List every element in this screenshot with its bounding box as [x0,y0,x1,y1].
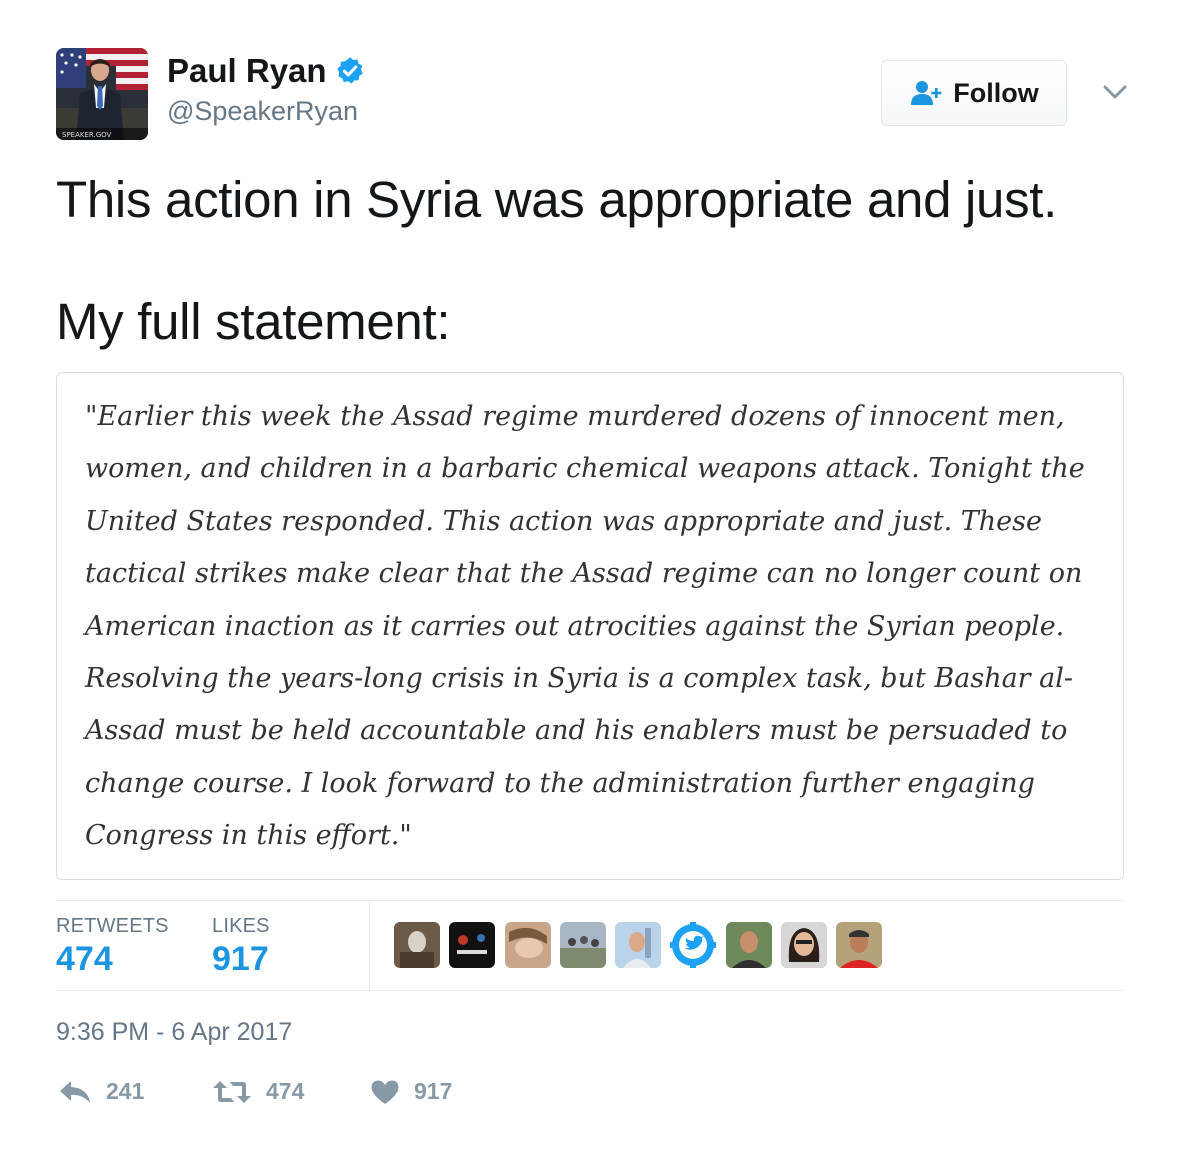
user-avatar-9[interactable] [836,922,883,968]
tweet-text-line-2: My full statement: [56,293,451,350]
twitter-bird-avatar[interactable] [670,922,717,968]
heart-icon [371,1080,399,1104]
statement-line: tactical strikes make clear that the Ass… [85,558,1083,590]
tweet-timestamp[interactable]: 9:36 PM - 6 Apr 2017 [56,1018,292,1047]
statement-text: "Earlier this week the Assad regime murd… [85,391,1100,863]
statement-line: Assad must be held accountable and his e… [85,715,1068,747]
tweet-container: SPEAKER.GOV Paul Ryan @SpeakerRyan Follo… [0,0,1200,1166]
reply-icon [60,1080,90,1103]
stats-divider-bottom [56,990,1124,991]
display-name-text[interactable]: Paul Ryan [167,52,327,90]
liker-avatars [394,922,892,968]
retweet-count: 474 [266,1078,305,1104]
profile-avatar[interactable]: SPEAKER.GOV [56,48,148,140]
statement-line: "Earlier this week the Assad regime murd… [85,401,1065,432]
avatar-caption: SPEAKER.GOV [62,131,112,139]
likes-count[interactable]: 917 [212,940,269,979]
chevron-down-icon[interactable] [1100,80,1130,104]
user-avatar-7[interactable] [725,922,772,968]
follow-user-icon [911,81,942,105]
statement-image[interactable]: "Earlier this week the Assad regime murd… [56,372,1124,880]
retweet-button[interactable]: 474 [212,1078,304,1105]
statement-line: American inaction as it carries out atro… [85,610,1065,642]
user-avatar-4[interactable] [559,922,606,968]
retweets-count[interactable]: 474 [56,940,113,979]
statement-line: Resolving the years-long crisis in Syria… [85,663,1074,695]
retweet-icon [213,1080,251,1103]
statement-line: United States responded. This action was… [85,505,1042,537]
reply-button[interactable]: 241 [58,1078,144,1105]
like-count: 917 [414,1078,453,1104]
follow-button-label: Follow [953,77,1039,108]
tweet-text-line-1: This action in Syria was appropriate and… [56,171,1058,228]
user-avatar-1[interactable] [394,922,440,968]
stats-divider-top [56,900,1124,901]
statement-line: Congress in this effort." [85,820,412,852]
like-button[interactable]: 917 [370,1078,452,1105]
statement-line: change course. I look forward to the adm… [85,767,1035,799]
likes-label[interactable]: LIKES [212,915,270,938]
display-name[interactable]: Paul Ryan [167,52,365,90]
retweets-label[interactable]: RETWEETS [56,915,169,938]
user-avatar-5[interactable] [615,922,662,968]
user-handle[interactable]: @SpeakerRyan [167,96,358,127]
follow-button[interactable]: Follow [881,60,1067,126]
user-avatar-2[interactable] [449,922,496,968]
stats-vertical-divider [369,900,370,990]
verified-badge-icon [336,57,363,84]
avatar-image: SPEAKER.GOV [56,48,148,140]
statement-line: women, and children in a barbaric chemic… [85,453,1085,485]
reply-count: 241 [106,1078,145,1104]
user-avatar-3[interactable] [504,922,551,968]
user-avatar-8[interactable] [781,922,828,968]
